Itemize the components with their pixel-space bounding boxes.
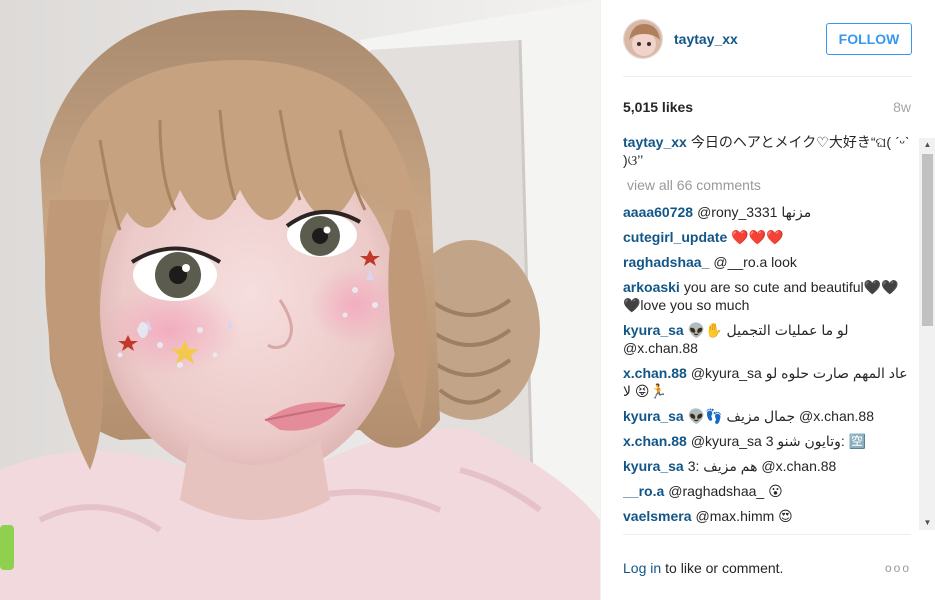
comment-item: kyura_sa 👽✋ لو ما عمليات التجميل @x.chan.… (623, 321, 911, 357)
comment-username[interactable]: __ro.a (623, 483, 664, 499)
avatar-image (624, 19, 662, 58)
follow-button[interactable]: FOLLOW (826, 22, 912, 55)
comment-username[interactable]: x.chan.88 (623, 433, 687, 449)
comments-list: taytay_xx 今日のヘアとメイク♡大好き“ଘ( ˊᵕˋ )ଓ’’ view … (623, 133, 911, 530)
post-photo[interactable] (0, 0, 600, 600)
comment-text: @raghadshaa_ 😮 (668, 483, 783, 499)
comment-item: cutegirl_update ❤️❤️❤️ (623, 228, 911, 246)
comment-item: arkoaski you are so cute and beautiful🖤🖤🖤… (623, 278, 911, 314)
post-view: taytay_xx FOLLOW 5,015 likes 8w taytay_x… (0, 0, 935, 600)
comments-scrollbar[interactable]: ▲ ▼ (919, 138, 935, 530)
comment-item: kyura_sa 3: هم مزيف @x.chan.88 (623, 457, 911, 475)
post-footer: Log in to like or comment. ooo (623, 534, 911, 600)
comment-item: raghadshaa_ @__ro.a look (623, 253, 911, 271)
comment-item: x.chan.88 @kyura_sa وتايون شنو 3: 🈳 (623, 432, 911, 450)
caption: taytay_xx 今日のヘアとメイク♡大好き“ଘ( ˊᵕˋ )ଓ’’ (623, 133, 911, 169)
likes-count[interactable]: 5,015 likes (623, 99, 693, 115)
comment-item: __ro.a @raghadshaa_ 😮 (623, 482, 911, 500)
view-all-comments-link[interactable]: view all 66 comments (627, 176, 911, 194)
comment-text: @__ro.a look (713, 254, 797, 270)
comment-username[interactable]: x.chan.88 (623, 365, 687, 381)
comment-username[interactable]: kyura_sa (623, 408, 684, 424)
caption-username[interactable]: taytay_xx (623, 134, 687, 150)
comment-item: vaelsmera @max.himm 😍 (623, 507, 911, 525)
post-sidebar: taytay_xx FOLLOW 5,015 likes 8w taytay_x… (600, 0, 935, 600)
avatar[interactable] (623, 18, 663, 59)
comment-text: @rony_3331 مزنها (697, 204, 812, 220)
login-prompt-text: to like or comment. (665, 559, 784, 576)
comment-text: @kyura_sa وتايون شنو 3: 🈳 (690, 433, 867, 449)
comment-username[interactable]: cutegirl_update (623, 229, 727, 245)
scroll-up-icon[interactable]: ▲ (919, 138, 935, 152)
post-header: taytay_xx FOLLOW (601, 0, 935, 77)
post-stats: 5,015 likes 8w (623, 90, 911, 124)
comment-username[interactable]: vaelsmera (623, 508, 692, 524)
comment-text: 3: هم مزيف @x.chan.88 (687, 458, 837, 474)
comment-username[interactable]: arkoaski (623, 279, 680, 295)
selfie-image (0, 0, 600, 600)
comment-text: 👽👣 جمال مزيف @x.chan.88 (687, 408, 874, 424)
scroll-down-icon[interactable]: ▼ (919, 516, 935, 530)
comment-item: kyura_sa 👽👣 جمال مزيف @x.chan.88 (623, 407, 911, 425)
header-divider (623, 76, 912, 77)
scrollbar-thumb[interactable] (922, 154, 933, 326)
username-link[interactable]: taytay_xx (674, 31, 738, 47)
comment-username[interactable]: aaaa60728 (623, 204, 693, 220)
comment-item: x.chan.88 @kyura_sa عاد المهم صارت حلوه ل… (623, 364, 911, 400)
comment-username[interactable]: kyura_sa (623, 322, 684, 338)
comment-text: ❤️❤️❤️ (731, 229, 784, 245)
post-age[interactable]: 8w (893, 99, 911, 115)
comment-item: aaaa60728 @rony_3331 مزنها (623, 203, 911, 221)
comment-username[interactable]: raghadshaa_ (623, 254, 709, 270)
more-options-icon[interactable]: ooo (885, 561, 911, 575)
comment-username[interactable]: kyura_sa (623, 458, 684, 474)
comment-text: @max.himm 😍 (695, 508, 793, 524)
login-link[interactable]: Log in (623, 560, 661, 576)
